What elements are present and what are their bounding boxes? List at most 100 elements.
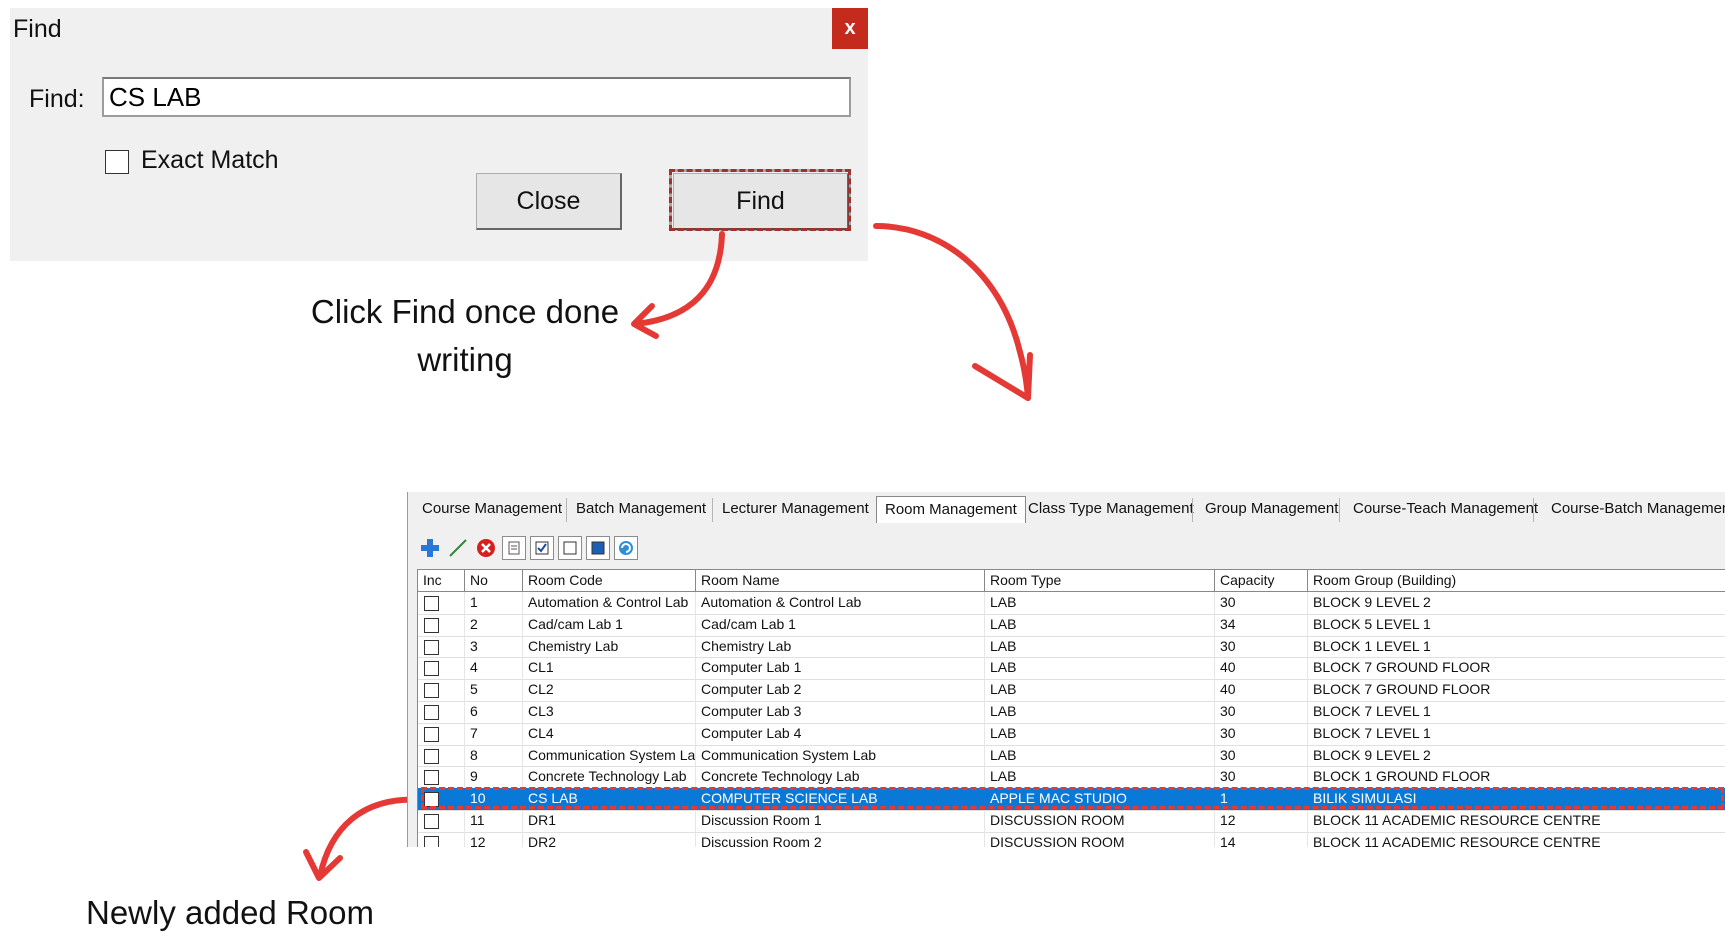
cell-inc xyxy=(418,613,465,636)
include-checkbox[interactable] xyxy=(424,683,439,699)
tab-room-management[interactable]: Room Management xyxy=(876,496,1026,523)
include-checkbox[interactable] xyxy=(424,792,439,808)
include-checkbox[interactable] xyxy=(424,617,439,633)
table-row[interactable]: 5 CL2 Computer Lab 2 LAB 40 BLOCK 7 GROUND FL… xyxy=(418,679,1725,702)
cell-room-code: Automation & Control Lab xyxy=(523,592,696,614)
cell-room-type: LAB xyxy=(985,766,1215,789)
table-row[interactable]: 9 Concrete Technology Lab Concrete Technol… xyxy=(418,766,1725,790)
header-room-type[interactable]: Room Type xyxy=(985,570,1215,591)
cell-room-type: APPLE MAC STUDIO xyxy=(985,788,1215,810)
check-all-icon[interactable] xyxy=(530,536,554,560)
table-row[interactable]: 11 DR1 Discussion Room 1 DISCUSSION ROOM 12 B… xyxy=(418,810,1725,833)
tab-class-type-management[interactable]: Class Type Management xyxy=(1028,500,1194,517)
tab-separator xyxy=(1192,498,1193,522)
cell-room-name: Computer Lab 1 xyxy=(696,657,985,680)
tab-separator xyxy=(566,498,567,522)
cell-capacity: 30 xyxy=(1215,722,1308,745)
table-row[interactable]: 6 CL3 Computer Lab 3 LAB 30 BLOCK 7 LEVEL 1 xyxy=(418,701,1725,724)
cell-room-group: BLOCK 7 GROUND FLOOR xyxy=(1308,657,1725,679)
include-checkbox[interactable] xyxy=(424,835,439,847)
edit-icon[interactable] xyxy=(446,536,470,560)
cell-no: 11 xyxy=(465,810,523,832)
include-checkbox[interactable] xyxy=(424,661,439,677)
refresh-icon[interactable] xyxy=(614,536,638,560)
cell-room-group: BLOCK 7 GROUND FLOOR xyxy=(1308,679,1725,701)
header-capacity[interactable]: Capacity xyxy=(1215,570,1308,591)
tab-batch-management[interactable]: Batch Management xyxy=(576,500,706,517)
cell-capacity: 14 xyxy=(1215,831,1308,847)
add-icon[interactable] xyxy=(418,536,442,560)
cell-room-code: DR2 xyxy=(523,831,696,847)
tab-course-teach-management[interactable]: Course-Teach Management xyxy=(1353,500,1538,517)
print-icon[interactable] xyxy=(502,536,526,560)
cell-room-group: BLOCK 7 LEVEL 1 xyxy=(1308,701,1725,723)
view-icon[interactable] xyxy=(586,536,610,560)
cell-room-type: DISCUSSION ROOM xyxy=(985,831,1215,847)
uncheck-all-icon[interactable] xyxy=(558,536,582,560)
header-room-name[interactable]: Room Name xyxy=(696,570,985,591)
include-checkbox[interactable] xyxy=(424,814,439,829)
include-checkbox[interactable] xyxy=(424,770,439,786)
cell-room-code: Communication System Lab xyxy=(523,744,696,767)
cell-inc xyxy=(418,810,465,832)
header-room-code[interactable]: Room Code xyxy=(523,570,696,591)
cell-room-name: Computer Lab 2 xyxy=(696,679,985,701)
cell-room-type: LAB xyxy=(985,679,1215,701)
cell-room-type: LAB xyxy=(985,722,1215,745)
include-checkbox[interactable] xyxy=(424,705,439,720)
cell-room-code: Cad/cam Lab 1 xyxy=(523,613,696,636)
tab-separator xyxy=(1533,498,1534,522)
table-row[interactable]: 1 Automation & Control Lab Automation & Co… xyxy=(418,592,1725,615)
cell-inc xyxy=(418,657,465,680)
cell-inc xyxy=(418,635,465,658)
cell-room-name: Chemistry Lab xyxy=(696,635,985,658)
arrow-to-table xyxy=(873,223,1031,401)
cell-room-name: Discussion Room 2 xyxy=(696,831,985,847)
cell-room-name: Cad/cam Lab 1 xyxy=(696,613,985,636)
header-inc[interactable]: Inc xyxy=(418,570,465,591)
cell-no: 4 xyxy=(465,657,523,680)
cell-room-type: LAB xyxy=(985,613,1215,636)
cell-capacity: 30 xyxy=(1215,592,1308,614)
delete-icon[interactable] xyxy=(474,536,498,560)
cell-capacity: 30 xyxy=(1215,744,1308,767)
cell-capacity: 40 xyxy=(1215,657,1308,680)
cell-capacity: 12 xyxy=(1215,810,1308,832)
cell-capacity: 30 xyxy=(1215,635,1308,658)
table-row[interactable]: 2 Cad/cam Lab 1 Cad/cam Lab 1 LAB 34 BLOCK 5 … xyxy=(418,613,1725,637)
cell-room-name: COMPUTER SCIENCE LAB xyxy=(696,788,985,810)
table-row[interactable]: 4 CL1 Computer Lab 1 LAB 40 BLOCK 7 GROUND FL… xyxy=(418,657,1725,681)
cell-room-group: BLOCK 1 LEVEL 1 xyxy=(1308,636,1725,658)
tab-course-batch-management[interactable]: Course-Batch Management xyxy=(1551,500,1725,517)
cell-room-code: CS LAB xyxy=(523,788,696,810)
cell-inc xyxy=(418,744,465,767)
table-row[interactable]: 8 Communication System Lab Communication S… xyxy=(418,744,1725,768)
table-row[interactable]: 3 Chemistry Lab Chemistry Lab LAB 30 BLOCK 1 … xyxy=(418,635,1725,659)
tab-lecturer-management[interactable]: Lecturer Management xyxy=(722,500,869,517)
cell-room-code: Chemistry Lab xyxy=(523,635,696,658)
cell-no: 8 xyxy=(465,744,523,767)
cell-no: 12 xyxy=(465,831,523,847)
cell-room-code: CL1 xyxy=(523,657,696,680)
table-row[interactable]: 7 CL4 Computer Lab 4 LAB 30 BLOCK 7 LEVEL 1 xyxy=(418,722,1725,746)
cell-room-type: LAB xyxy=(985,744,1215,767)
cell-inc xyxy=(418,679,465,701)
cell-room-group: BLOCK 5 LEVEL 1 xyxy=(1308,614,1725,636)
table-row[interactable]: 12 DR2 Discussion Room 2 DISCUSSION ROOM 14 B… xyxy=(418,831,1725,847)
header-no[interactable]: No xyxy=(465,570,523,591)
cell-room-type: LAB xyxy=(985,701,1215,723)
cell-no: 3 xyxy=(465,635,523,658)
tab-course-management[interactable]: Course Management xyxy=(422,500,562,517)
cell-no: 6 xyxy=(465,701,523,723)
header-room-group[interactable]: Room Group (Building) xyxy=(1308,570,1725,591)
tab-separator xyxy=(1339,498,1340,522)
include-checkbox[interactable] xyxy=(424,596,439,611)
include-checkbox[interactable] xyxy=(424,726,439,742)
include-checkbox[interactable] xyxy=(424,748,439,764)
include-checkbox[interactable] xyxy=(424,639,439,655)
cell-room-code: CL2 xyxy=(523,679,696,701)
tab-group-management[interactable]: Group Management xyxy=(1205,500,1338,517)
table-row[interactable]: 10 CS LAB COMPUTER SCIENCE LAB APPLE MAC ST… xyxy=(418,788,1725,811)
cell-room-type: DISCUSSION ROOM xyxy=(985,810,1215,832)
cell-no: 9 xyxy=(465,766,523,789)
